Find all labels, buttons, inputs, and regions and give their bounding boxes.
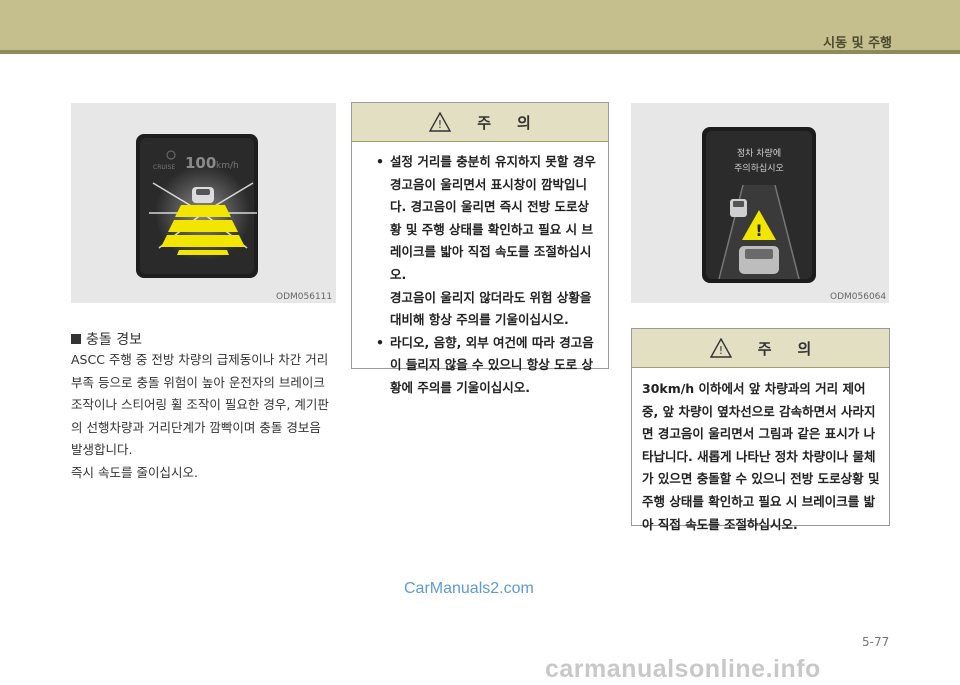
warning-triangle-icon: ! — [429, 112, 452, 132]
caution-item: 라디오, 음향, 외부 여건에 따라 경고음이 들리지 않을 수 있으니 항상 … — [376, 332, 598, 400]
figure-code: ODM056111 — [276, 292, 333, 302]
chapter-title: 시동 및 주행 — [823, 36, 892, 51]
caution-list: 설정 거리를 충분히 유지하지 못할 경우 경고음이 울리면서 표시창이 깜박입… — [352, 142, 608, 400]
svg-text:!: ! — [755, 221, 762, 240]
caution-box-1: ! 주 의 설정 거리를 충분히 유지하지 못할 경우 경고음이 울리면서 표시… — [351, 102, 609, 395]
section-heading: 충돌 경보 — [71, 329, 142, 349]
svg-text:!: ! — [718, 344, 722, 357]
display-message-line1: 정차 차량에 — [737, 147, 781, 159]
display-message-line2: 주의하십시오 — [734, 163, 784, 174]
section-body: ASCC 주행 중 전방 차량의 급제동이나 차간 거리 부족 등으로 충돌 위… — [71, 349, 336, 484]
figure-collision-warning: CRUISE 100 km/h — [71, 103, 336, 303]
figure-stopped-vehicle: 정차 차량에 주의하십시오 ! — [631, 103, 889, 303]
caution-title-char: 주 — [477, 113, 491, 132]
svg-text:!: ! — [438, 118, 442, 131]
caution-item: 설정 거리를 충분히 유지하지 못할 경우 경고음이 울리면서 표시창이 깜박입… — [376, 151, 598, 287]
figure-code: ODM056064 — [830, 292, 887, 302]
cluster-stopped-vehicle-illustration: 정차 차량에 주의하십시오 ! — [702, 127, 816, 283]
page-number: 5-77 — [862, 635, 890, 649]
header-bar — [0, 0, 960, 50]
caution-header: ! 주 의 — [352, 103, 608, 142]
caution-title-char: 주 — [757, 339, 772, 358]
cluster-collision-illustration: CRUISE 100 km/h — [136, 134, 258, 278]
cruise-label: CRUISE — [153, 164, 175, 171]
section-paragraph: ASCC 주행 중 전방 차량의 급제동이나 차간 거리 부족 등으로 충돌 위… — [71, 352, 329, 457]
section-paragraph: 즉시 속도를 줄이십시오. — [71, 464, 198, 480]
bullet-square-icon — [71, 334, 81, 344]
caution-box-2: ! 주 의 30km/h 이하에서 앞 차량과의 거리 제어 중, 앞 차량이 … — [631, 328, 890, 532]
warning-triangle-icon: ! — [709, 338, 732, 358]
caution-title-char: 의 — [797, 339, 812, 358]
caution-subtext: 경고음이 울리지 않더라도 위험 상황을 대비해 항상 주의를 기울이십시오. — [390, 289, 592, 328]
caution-header: ! 주 의 — [632, 329, 889, 368]
caution-text: 30km/h 이하에서 앞 차량과의 거리 제어 중, 앞 차량이 옆차선으로 … — [642, 381, 880, 532]
caution-title-char: 의 — [517, 113, 531, 132]
header-rule — [0, 50, 960, 54]
watermark-link[interactable]: CarManuals2.com — [404, 580, 534, 598]
watermark-bottom: carmanualsonline.info — [545, 655, 821, 683]
